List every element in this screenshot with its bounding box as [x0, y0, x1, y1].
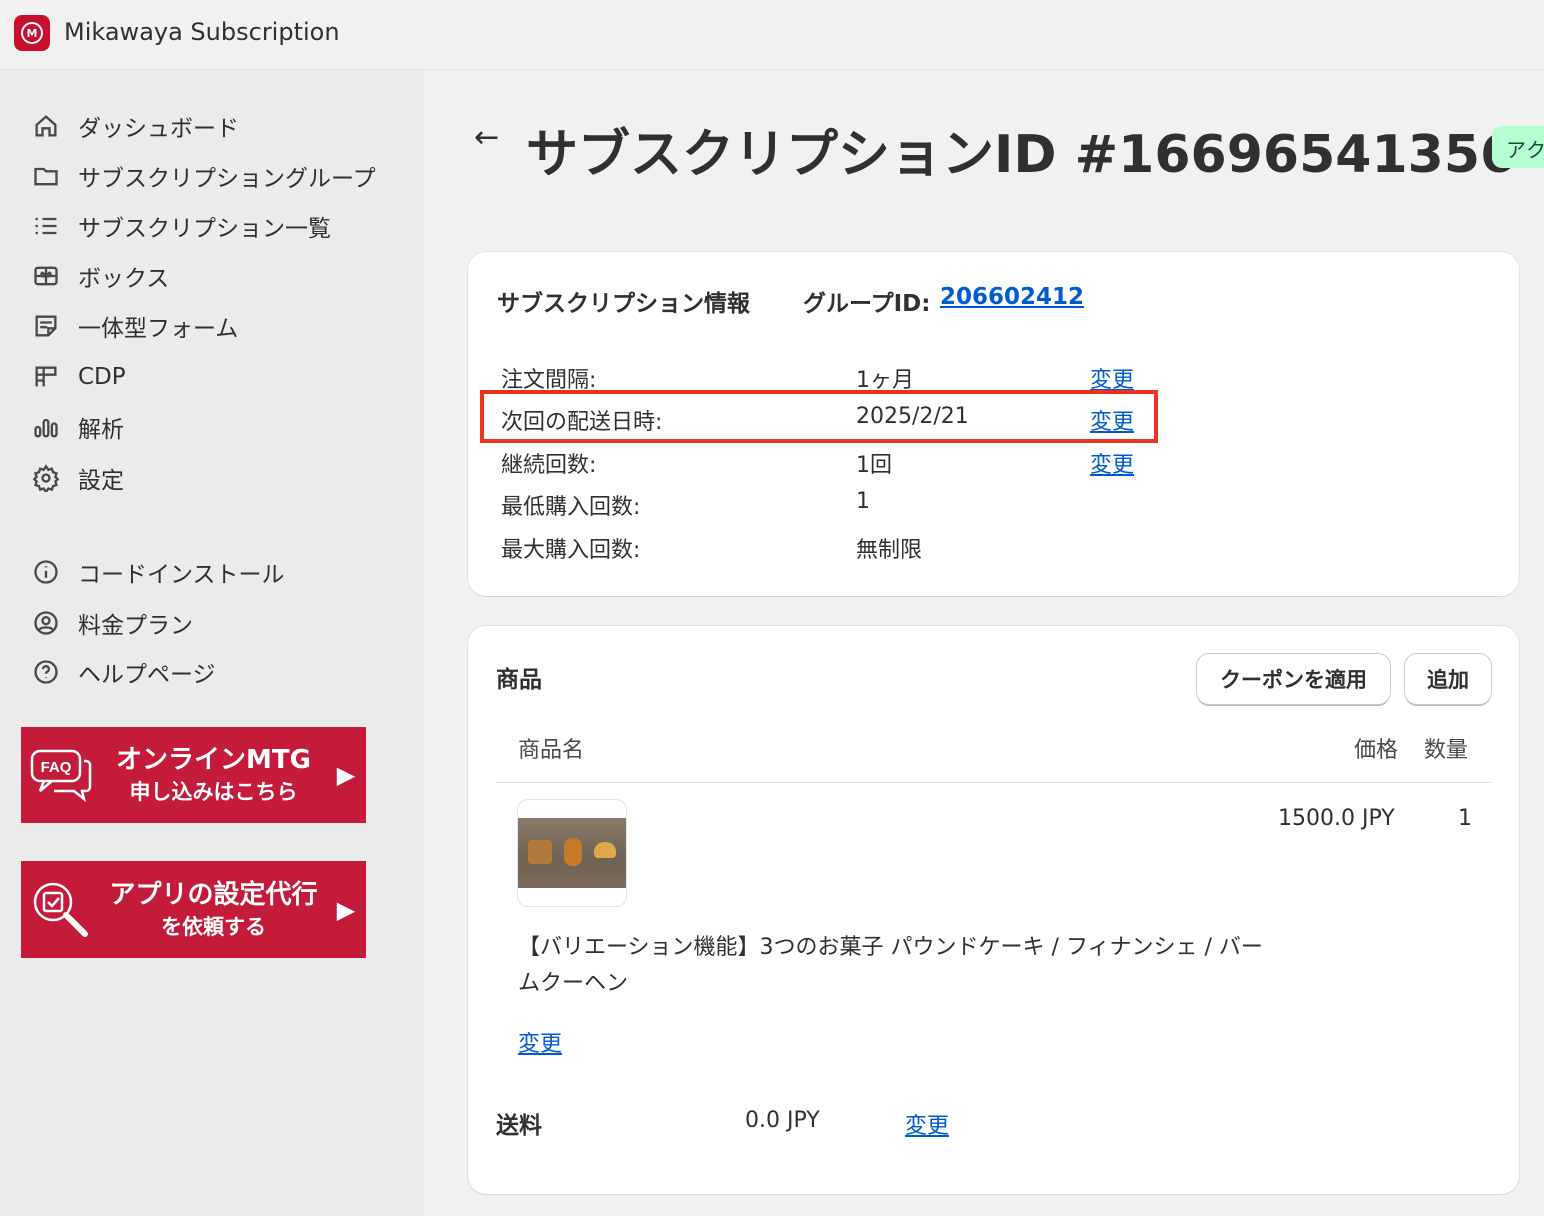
sidebar-item-analytics[interactable]: 解析 — [30, 407, 124, 447]
sidebar-item-label: 設定 — [78, 468, 124, 494]
subscription-info-title: サブスクリプション情報 — [497, 291, 750, 317]
back-arrow-icon[interactable]: ← — [474, 120, 499, 155]
promo-mtg-title: オンラインMTG — [116, 745, 311, 775]
next-delivery-value: 2025/2/21 — [856, 404, 969, 429]
subscription-info-card: サブスクリプション情報 グループID: 206602412 注文間隔: 1ヶ月 … — [468, 252, 1519, 596]
folder-icon — [30, 160, 62, 192]
sidebar-item-dashboard[interactable]: ダッシュボード — [30, 106, 239, 146]
sidebar-item-label: コードインストール — [78, 562, 285, 588]
sidebar-item-label: 料金プラン — [78, 613, 193, 639]
product-change-link[interactable]: 変更 — [518, 1026, 562, 1058]
shipping-label: 送料 — [496, 1113, 542, 1139]
sidebar-item-label: CDP — [78, 364, 126, 390]
home-icon — [30, 110, 62, 142]
sidebar-item-subscription-groups[interactable]: サブスクリプショングループ — [30, 156, 376, 196]
bar-chart-icon — [30, 411, 62, 443]
max-purchase-value: 無制限 — [856, 538, 923, 563]
sidebar-item-help[interactable]: ヘルプページ — [30, 652, 216, 692]
next-delivery-change-link[interactable]: 変更 — [1090, 404, 1134, 436]
column-header-name: 商品名 — [518, 738, 585, 763]
sidebar-item-form[interactable]: 一体型フォーム — [30, 306, 238, 346]
sidebar-item-pricing[interactable]: 料金プラン — [30, 603, 193, 643]
promo-mtg-subtitle: 申し込みはこちら — [129, 780, 298, 804]
status-badge: アクティブ — [1492, 126, 1544, 168]
sidebar-item-label: 一体型フォーム — [78, 316, 239, 342]
column-header-quantity: 数量 — [1424, 738, 1469, 763]
continuation-count-change-link[interactable]: 変更 — [1090, 447, 1134, 479]
setup-service-banner[interactable]: アプリの設定代行 を依頼する ▶ — [21, 861, 366, 958]
promo-setup-subtitle: を依頼する — [161, 914, 266, 939]
apply-coupon-button[interactable]: クーポンを適用 — [1197, 654, 1390, 704]
sidebar-item-label: サブスクリプショングループ — [78, 166, 376, 192]
continuation-count-label: 継続回数: — [501, 453, 597, 478]
online-mtg-banner[interactable]: FAQ オンラインMTG 申し込みはこちら ▶ — [21, 727, 366, 823]
sidebar-item-label: ボックス — [78, 266, 170, 292]
faq-badge-text: FAQ — [41, 759, 72, 776]
products-card: 商品 クーポンを適用 追加 商品名 価格 数量 1500.0 JPY 1 【バリ… — [468, 626, 1519, 1194]
shipping-value: 0.0 JPY — [745, 1108, 820, 1133]
divider — [496, 782, 1491, 783]
grid-icon — [30, 361, 62, 393]
faq-chat-icon: FAQ — [21, 727, 101, 823]
product-price: 1500.0 JPY — [1278, 806, 1395, 831]
info-icon — [30, 556, 62, 588]
continuation-count-value: 1回 — [856, 453, 892, 478]
play-arrow-icon: ▶ — [336, 895, 356, 924]
min-purchase-label: 最低購入回数: — [501, 495, 641, 520]
list-icon — [30, 210, 62, 242]
sidebar-item-label: ダッシュボード — [78, 116, 239, 142]
form-icon — [30, 310, 62, 342]
person-circle-icon — [30, 607, 62, 639]
sidebar-item-cdp[interactable]: CDP — [30, 357, 126, 397]
add-product-button[interactable]: 追加 — [1405, 654, 1491, 704]
min-purchase-value: 1 — [856, 489, 870, 514]
next-delivery-label: 次回の配送日時: — [501, 410, 663, 435]
sidebar-item-code-install[interactable]: コードインストール — [30, 552, 285, 592]
sidebar-item-settings[interactable]: 設定 — [30, 458, 124, 498]
sidebar-item-label: ヘルプページ — [78, 662, 216, 688]
product-quantity: 1 — [1458, 806, 1472, 831]
mikawaya-logo-icon: M — [14, 15, 50, 51]
sidebar-item-box[interactable]: ボックス — [30, 256, 169, 296]
column-header-price: 価格 — [1354, 738, 1399, 763]
promo-setup-title: アプリの設定代行 — [109, 879, 318, 910]
page-title: サブスクリプションID #16696541356 — [526, 125, 1517, 185]
play-arrow-icon: ▶ — [336, 761, 356, 789]
group-id-link[interactable]: 206602412 — [940, 284, 1084, 310]
products-title: 商品 — [496, 667, 542, 693]
product-thumbnail — [518, 800, 626, 906]
sidebar-item-subscription-list[interactable]: サブスクリプション一覧 — [30, 206, 331, 246]
magnifier-check-icon — [21, 861, 101, 958]
max-purchase-label: 最大購入回数: — [501, 538, 641, 563]
sidebar-item-label: サブスクリプション一覧 — [78, 216, 331, 242]
top-bar: M Mikawaya Subscription — [0, 0, 1544, 70]
app-title: Mikawaya Subscription — [64, 18, 340, 46]
sidebar-item-label: 解析 — [78, 417, 124, 443]
gear-icon — [30, 462, 62, 494]
help-icon — [30, 656, 62, 688]
product-name: 【バリエーション機能】3つのお菓子 パウンドケーキ / フィナンシェ / バーム… — [518, 935, 1263, 996]
gift-box-icon — [30, 260, 62, 292]
sidebar: ダッシュボード サブスクリプショングループ サブスクリプション一覧 ボックス 一… — [0, 70, 424, 1216]
shipping-change-link[interactable]: 変更 — [905, 1108, 949, 1140]
group-id-label: グループID: — [803, 291, 931, 317]
